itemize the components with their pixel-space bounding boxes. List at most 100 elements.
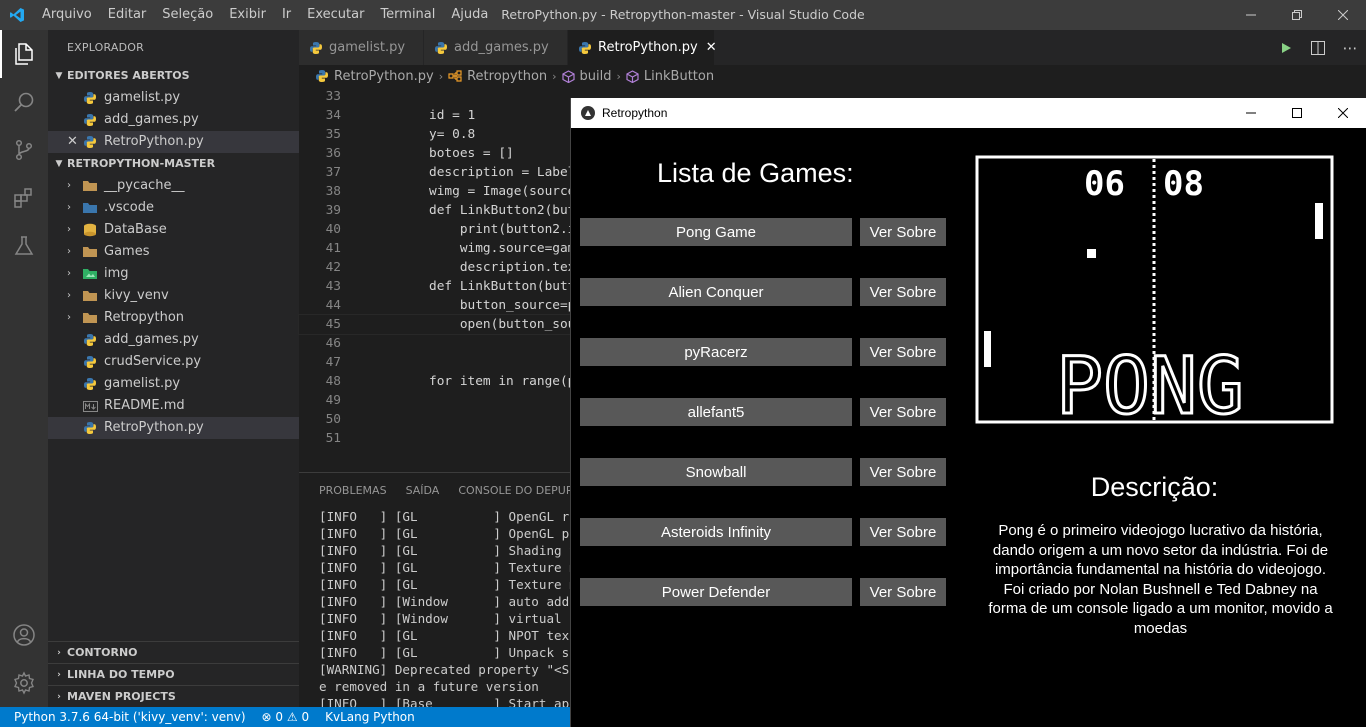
menu-ajuda[interactable]: Ajuda [443, 0, 496, 30]
python-file-icon [578, 41, 592, 55]
tab-problems[interactable]: PROBLEMAS [319, 484, 387, 497]
ver-sobre-button[interactable]: Ver Sobre [860, 518, 946, 546]
markdown-file-icon [82, 398, 98, 414]
restore-icon[interactable] [1274, 0, 1320, 30]
menu-exibir[interactable]: Exibir [221, 0, 274, 30]
outline-section[interactable]: › CONTORNO [48, 641, 299, 663]
account-icon[interactable] [0, 611, 48, 659]
code-text: wimg.source=gam [429, 241, 576, 256]
maximize-icon[interactable] [1274, 98, 1320, 128]
close-icon[interactable] [1320, 0, 1366, 30]
breadcrumb-function[interactable]: LinkButton [626, 69, 714, 84]
folder-games[interactable]: › Games [48, 241, 299, 263]
ver-sobre-button[interactable]: Ver Sobre [860, 578, 946, 606]
ver-sobre-button[interactable]: Ver Sobre [860, 218, 946, 246]
menu-ir[interactable]: Ir [274, 0, 299, 30]
game-button[interactable]: allefant5 [580, 398, 852, 426]
chevron-right-icon: › [67, 268, 71, 279]
folder-label: img [104, 266, 129, 281]
chevron-right-icon: › [57, 647, 61, 658]
breadcrumb-method[interactable]: build [561, 69, 612, 84]
timeline-section[interactable]: › LINHA DO TEMPO [48, 663, 299, 685]
project-header[interactable]: ▼ RETROPYTHON-MASTER [48, 153, 299, 175]
window-controls [1228, 0, 1366, 30]
open-editor-gamelist[interactable]: gamelist.py [48, 87, 299, 109]
file-crudservice[interactable]: crudService.py [48, 351, 299, 373]
ver-sobre-button[interactable]: Ver Sobre [860, 458, 946, 486]
games-list-heading: Lista de Games: [657, 158, 854, 188]
file-add-games[interactable]: add_games.py [48, 329, 299, 351]
game-button[interactable]: Alien Conquer [580, 278, 852, 306]
section-label: CONTORNO [67, 645, 138, 659]
breadcrumb-class[interactable]: Retropython [448, 69, 547, 84]
close-editor-icon[interactable]: ✕ [67, 131, 78, 153]
folder-kivy-venv[interactable]: › kivy_venv [48, 285, 299, 307]
menu-arquivo[interactable]: Arquivo [34, 0, 100, 30]
testing-flask-icon[interactable] [0, 222, 48, 270]
chevron-right-icon: › [552, 69, 557, 83]
game-button[interactable]: Power Defender [580, 578, 852, 606]
search-icon[interactable] [0, 78, 48, 126]
chevron-right-icon: › [67, 312, 71, 323]
open-editors-header[interactable]: ▼ EDITORES ABERTOS [48, 65, 299, 87]
chevron-right-icon: › [57, 691, 61, 702]
ver-sobre-button[interactable]: Ver Sobre [860, 398, 946, 426]
python-interpreter[interactable]: Python 3.7.6 64-bit ('kivy_venv': venv) [0, 707, 254, 727]
extensions-icon[interactable] [0, 174, 48, 222]
game-row: Alien Conquer Ver Sobre [580, 278, 950, 306]
folder-label: DataBase [104, 222, 167, 237]
error-count: 0 [275, 710, 284, 724]
tab-gamelist[interactable]: gamelist.py [299, 30, 424, 65]
open-editor-add-games[interactable]: add_games.py [48, 109, 299, 131]
file-retropython[interactable]: RetroPython.py [48, 417, 299, 439]
settings-gear-icon[interactable] [0, 659, 48, 707]
tab-retropython[interactable]: RetroPython.py ✕ [568, 30, 717, 65]
menu-selecao[interactable]: Seleção [154, 0, 221, 30]
minimize-icon[interactable] [1228, 98, 1274, 128]
game-button[interactable]: Asteroids Infinity [580, 518, 852, 546]
folder-vscode[interactable]: › .vscode [48, 197, 299, 219]
folder-pycache[interactable]: › __pycache__ [48, 175, 299, 197]
editor-actions: ⋯ [1270, 30, 1366, 65]
split-editor-icon[interactable] [1302, 30, 1334, 65]
close-icon[interactable] [1320, 98, 1366, 128]
file-label: add_games.py [104, 332, 199, 347]
explorer-icon[interactable] [0, 30, 48, 78]
line-number: 34 [325, 108, 341, 123]
file-gamelist[interactable]: gamelist.py [48, 373, 299, 395]
game-button[interactable]: Pong Game [580, 218, 852, 246]
game-button[interactable]: pyRacerz [580, 338, 852, 366]
language-mode[interactable]: KvLang Python [317, 707, 423, 727]
line-number: 51 [325, 431, 341, 446]
problems-indicator[interactable]: ⊗ 0 ⚠ 0 [254, 707, 318, 727]
open-editors-label: EDITORES ABERTOS [67, 69, 190, 82]
open-editor-retropython[interactable]: ✕ RetroPython.py [48, 131, 299, 153]
source-control-icon[interactable] [0, 126, 48, 174]
run-icon[interactable] [1270, 30, 1302, 65]
ver-sobre-button[interactable]: Ver Sobre [860, 278, 946, 306]
ver-sobre-button[interactable]: Ver Sobre [860, 338, 946, 366]
close-tab-icon[interactable]: ✕ [706, 40, 717, 55]
description-heading: Descrição: [1090, 472, 1219, 502]
tab-add-games[interactable]: add_games.py [424, 30, 568, 65]
python-file-icon [434, 41, 448, 55]
pong-score-right: 08 [1163, 164, 1204, 204]
kivy-window-title: Retropython [602, 106, 668, 120]
menu-editar[interactable]: Editar [100, 0, 155, 30]
minimize-icon[interactable] [1228, 0, 1274, 30]
tab-output[interactable]: SAÍDA [406, 484, 440, 497]
vscode-logo-icon [0, 0, 34, 30]
breadcrumb-file[interactable]: RetroPython.py [315, 69, 434, 84]
maven-section[interactable]: › MAVEN PROJECTS [48, 685, 299, 707]
file-readme[interactable]: README.md [48, 395, 299, 417]
folder-label: Retropython [104, 310, 185, 325]
folder-retropython[interactable]: › Retropython [48, 307, 299, 329]
folder-database[interactable]: › DataBase [48, 219, 299, 241]
game-row: Pong Game Ver Sobre [580, 218, 950, 246]
menu-terminal[interactable]: Terminal [372, 0, 443, 30]
game-button[interactable]: Snowball [580, 458, 852, 486]
menu-executar[interactable]: Executar [299, 0, 372, 30]
folder-img[interactable]: › img [48, 263, 299, 285]
more-actions-icon[interactable]: ⋯ [1334, 30, 1366, 65]
